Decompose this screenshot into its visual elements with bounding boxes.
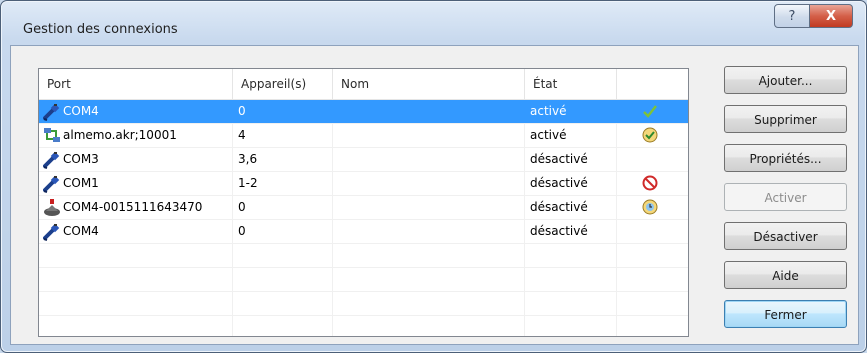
port-label: COM4 <box>63 104 99 118</box>
devices-cell: 3,6 <box>238 152 258 166</box>
close-button[interactable]: Fermer <box>724 300 847 328</box>
port-label: COM1 <box>63 176 99 190</box>
state-cell: activé <box>530 128 567 142</box>
deactivate-button[interactable]: Désactiver <box>724 222 847 250</box>
name-cell <box>333 124 525 147</box>
column-header-status[interactable] <box>617 69 688 99</box>
port-cell: COM4 <box>39 100 233 123</box>
add-button[interactable]: Ajouter... <box>724 66 847 94</box>
column-header-port[interactable]: Port <box>39 69 233 99</box>
status-cell <box>617 148 688 171</box>
list-header: Port Appareil(s) Nom État <box>39 69 688 100</box>
no-entry-icon <box>642 175 658 191</box>
help-button[interactable]: Aide <box>724 261 847 289</box>
table-row[interactable]: COM4 0 activé <box>39 100 688 124</box>
properties-button[interactable]: Propriétés... <box>724 144 847 172</box>
port-cell: almemo.akr;10001 <box>39 124 233 147</box>
clock-check-icon <box>642 127 658 143</box>
name-cell <box>333 196 525 219</box>
devices-cell: 0 <box>238 200 246 214</box>
column-header-devices[interactable]: Appareil(s) <box>233 69 333 99</box>
checkmark-icon <box>642 103 658 119</box>
network-icon <box>43 127 61 145</box>
port-label: COM4 <box>63 224 99 238</box>
empty-row <box>39 316 688 336</box>
state-cell: désactivé <box>530 224 588 238</box>
close-title-button[interactable]: X <box>810 4 853 28</box>
title-buttons: ? X <box>774 4 853 28</box>
port-cell: COM1 <box>39 172 233 195</box>
status-cell <box>617 124 688 147</box>
port-label: COM3 <box>63 152 99 166</box>
status-cell <box>617 220 688 243</box>
devices-cell: 1-2 <box>238 176 258 190</box>
status-cell <box>617 100 688 123</box>
usb-cable-icon <box>43 223 61 241</box>
port-cell: COM4-0015111643470 <box>39 196 233 219</box>
column-header-state[interactable]: État <box>525 69 617 99</box>
list-rows: COM4 0 activé almemo.akr;10001 4 activé COM3 3,… <box>39 100 688 336</box>
port-cell: COM3 <box>39 148 233 171</box>
remove-button[interactable]: Supprimer <box>724 105 847 133</box>
devices-cell: 4 <box>238 128 246 142</box>
state-cell: désactivé <box>530 152 588 166</box>
window-title: Gestion des connexions <box>23 22 178 37</box>
table-row[interactable]: COM4 0 désactivé <box>39 220 688 244</box>
state-cell: désactivé <box>530 176 588 190</box>
port-label: COM4-0015111643470 <box>63 200 203 214</box>
port-cell: COM4 <box>39 220 233 243</box>
column-header-name[interactable]: Nom <box>333 69 525 99</box>
title-bar[interactable]: Gestion des connexions ? X <box>1 1 866 45</box>
empty-row <box>39 292 688 316</box>
name-cell <box>333 100 525 123</box>
state-cell: activé <box>530 104 567 118</box>
dialog-window: Gestion des connexions ? X Port Appareil… <box>0 0 867 353</box>
table-row[interactable]: COM1 1-2 désactivé <box>39 172 688 196</box>
devices-cell: 0 <box>238 224 246 238</box>
status-cell <box>617 172 688 195</box>
table-row[interactable]: almemo.akr;10001 4 activé <box>39 124 688 148</box>
name-cell <box>333 172 525 195</box>
usb-cable-icon <box>43 175 61 193</box>
table-row[interactable]: COM3 3,6 désactivé <box>39 148 688 172</box>
empty-row <box>39 268 688 292</box>
help-title-button[interactable]: ? <box>774 4 810 28</box>
empty-row <box>39 244 688 268</box>
clock-icon <box>642 199 658 215</box>
devices-cell: 0 <box>238 104 246 118</box>
activate-button[interactable]: Activer <box>724 183 847 211</box>
connections-list[interactable]: Port Appareil(s) Nom État COM4 0 activé alm… <box>38 68 689 337</box>
status-cell <box>617 196 688 219</box>
state-cell: désactivé <box>530 200 588 214</box>
name-cell <box>333 148 525 171</box>
usb-cable-icon <box>43 103 61 121</box>
dialog-content: Port Appareil(s) Nom État COM4 0 activé alm… <box>10 45 859 345</box>
bluetooth-device-icon <box>43 198 61 217</box>
usb-cable-icon <box>43 151 61 169</box>
name-cell <box>333 220 525 243</box>
port-label: almemo.akr;10001 <box>63 128 177 142</box>
table-row[interactable]: COM4-0015111643470 0 désactivé <box>39 196 688 220</box>
